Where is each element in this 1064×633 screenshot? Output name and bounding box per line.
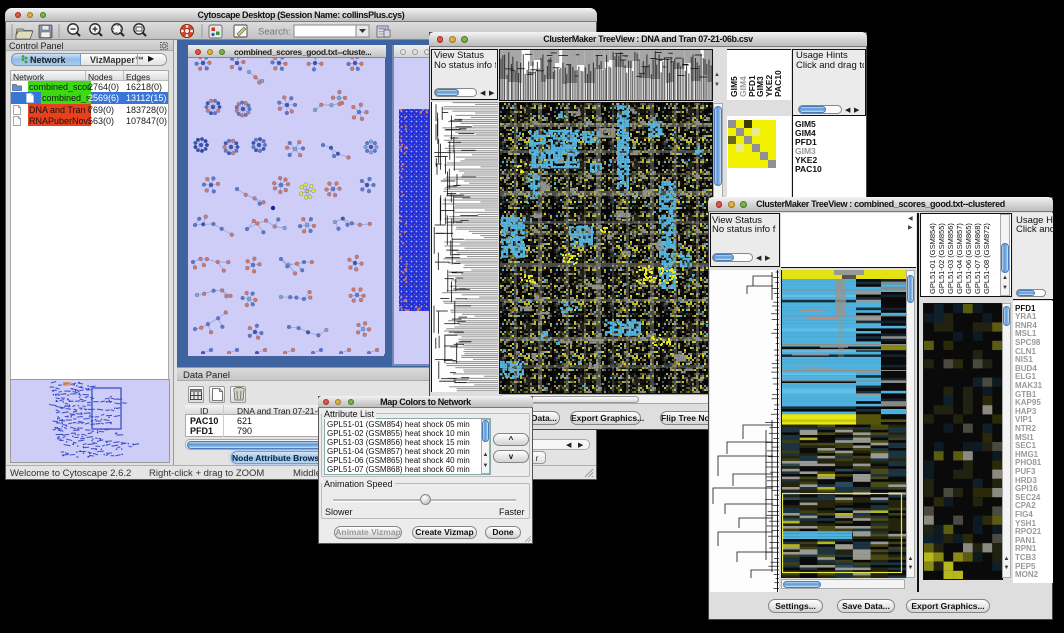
- svg-text:Search:: Search:: [258, 27, 291, 38]
